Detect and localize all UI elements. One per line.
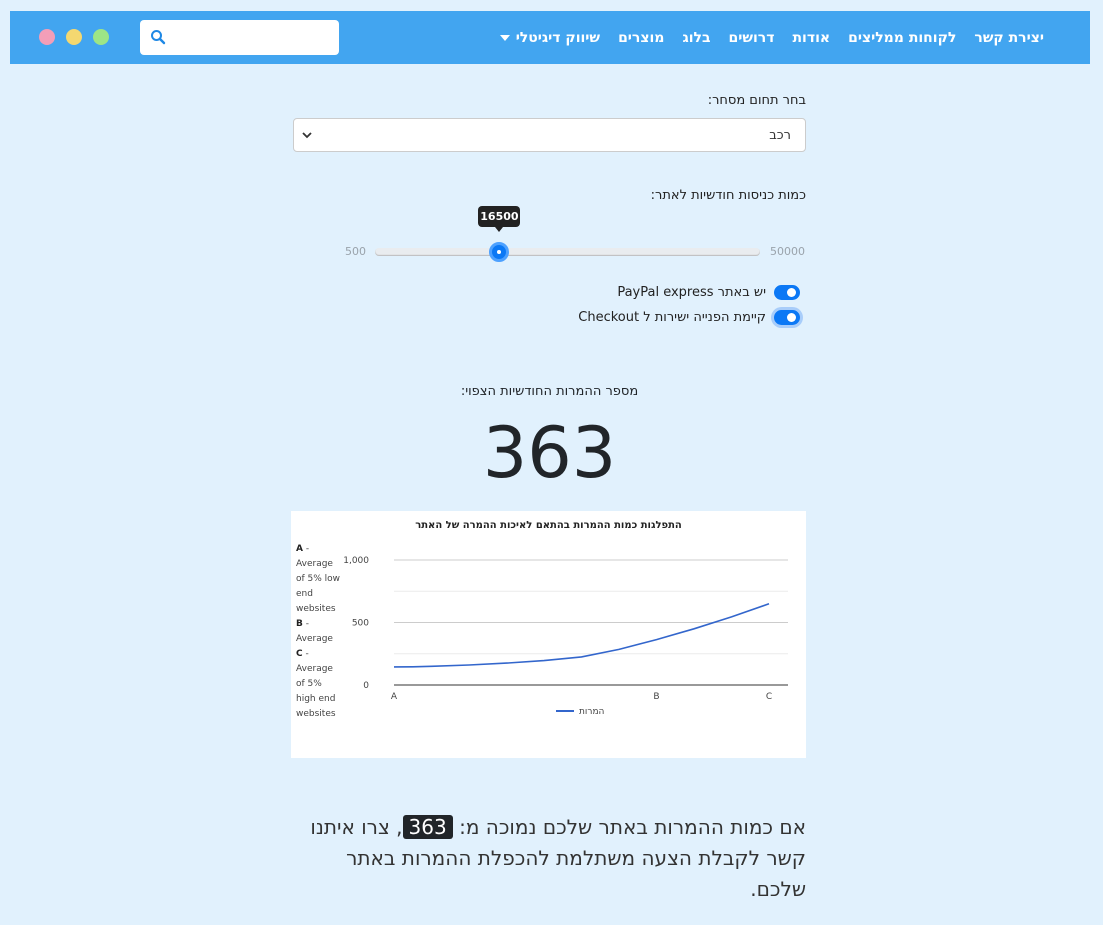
visits-label: כמות כניסות חודשיות לאתר: (650, 188, 806, 203)
conversions-chart: 0 500 1,000 A B C המרות התפלגות כמות ההמרות בה… (291, 511, 806, 758)
industry-select-value: רכב (769, 128, 791, 143)
visits-slider-handle[interactable] (489, 242, 510, 262)
bottom-cta-text: אם כמות ההמרות באתר שלכם נמוכה מ: 363, צ… (293, 812, 806, 905)
checkout-toggle-row: קיימת הפנייה ישירות ל Checkout (578, 310, 800, 325)
y-tick-label: 0 (363, 681, 369, 691)
x-tick-label: B (653, 692, 659, 702)
x-tick-label: A (391, 692, 398, 702)
nav-item-jobs[interactable]: דרושים (729, 30, 775, 46)
paypal-toggle-label: יש באתר PayPal express (617, 285, 766, 300)
maximize-dot[interactable] (93, 29, 109, 45)
x-tick-label: C (766, 692, 772, 702)
chart-side-legend: A - Average of 5% low end websites B - A… (296, 542, 344, 722)
cta-highlight-value: 363 (402, 815, 453, 839)
side-legend-c: C - Average of 5% high end websites (296, 649, 336, 719)
caret-down-icon (499, 34, 510, 41)
side-legend-b: B - Average (296, 619, 333, 644)
search-icon[interactable] (150, 29, 166, 45)
chart-canvas: 0 500 1,000 A B C המרות (343, 556, 788, 717)
minimize-dot[interactable] (66, 29, 82, 45)
close-dot[interactable] (39, 29, 55, 45)
slider-max-label: 50000 (770, 245, 805, 258)
legend-label: המרות (579, 707, 605, 717)
slider-min-label: 500 (345, 245, 366, 258)
checkout-toggle[interactable] (774, 310, 800, 325)
result-label: מספר ההמרות החודשיות הצפוי: (460, 384, 639, 399)
series-line-conversions (393, 603, 770, 668)
search-input[interactable] (140, 20, 339, 55)
window-controls (39, 29, 109, 45)
nav-menu: שיווק דיגיטלי מוצרים בלוג דרושים אודות ל… (499, 11, 1044, 64)
nav-item-products[interactable]: מוצרים (618, 30, 664, 46)
industry-select[interactable]: רכב (293, 118, 806, 152)
paypal-toggle-row: יש באתר PayPal express (617, 285, 800, 300)
nav-item-label: שיווק דיגיטלי (515, 29, 601, 46)
industry-label: בחר תחום מסחר: (707, 93, 806, 108)
nav-item-digital-marketing[interactable]: שיווק דיגיטלי (499, 29, 601, 46)
slider-value-tooltip: 16500 (478, 206, 521, 232)
y-tick-label: 1,000 (343, 556, 369, 566)
chart-title: התפלגות כמות ההמרות בהתאם לאיכות ההמרה ש… (415, 520, 682, 531)
y-tick-label: 500 (352, 619, 369, 629)
cta-before: אם כמות ההמרות באתר שלכם נמוכה מ: (459, 815, 806, 839)
nav-item-testimonials[interactable]: לקוחות ממליצים (848, 30, 956, 46)
top-navbar: שיווק דיגיטלי מוצרים בלוג דרושים אודות ל… (10, 11, 1090, 64)
nav-item-blog[interactable]: בלוג (682, 30, 710, 46)
chevron-down-icon (302, 132, 312, 139)
result-number: 363 (482, 412, 617, 494)
side-legend-a: A - Average of 5% low end websites (296, 544, 341, 614)
nav-item-about[interactable]: אודות (792, 30, 830, 46)
visits-slider-track[interactable] (375, 248, 760, 256)
paypal-toggle[interactable] (774, 285, 800, 300)
checkout-toggle-label: קיימת הפנייה ישירות ל Checkout (578, 310, 766, 325)
nav-item-contact[interactable]: יצירת קשר (974, 30, 1044, 46)
